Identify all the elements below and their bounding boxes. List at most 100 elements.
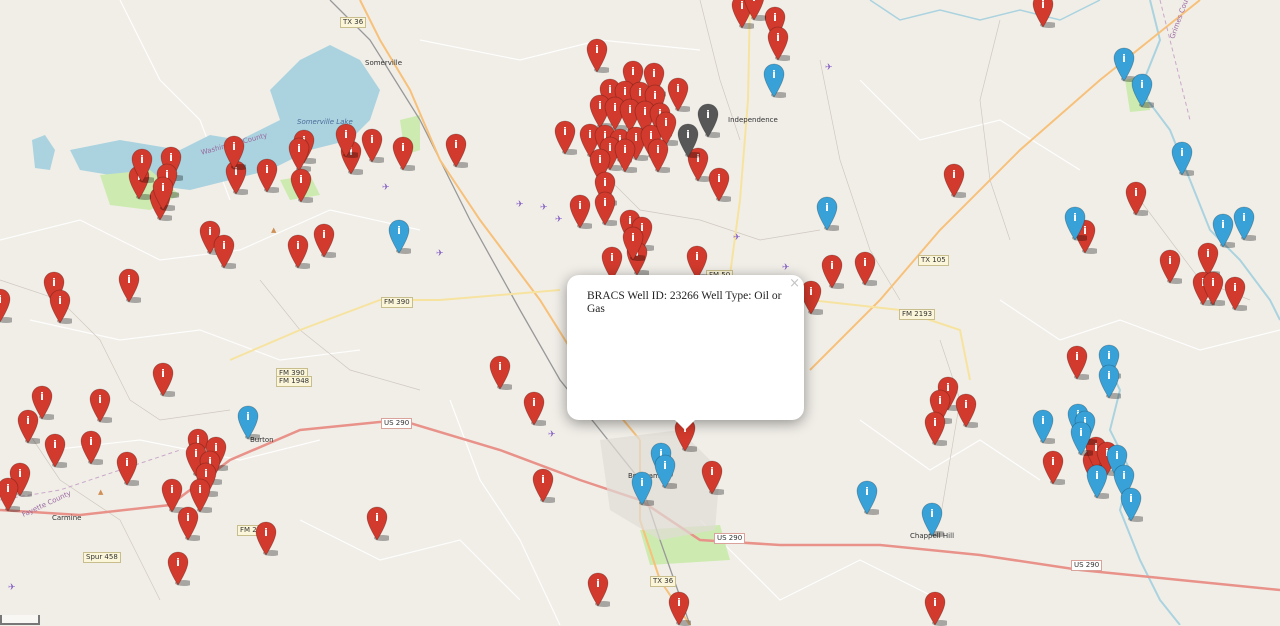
svg-text:i: i (1168, 254, 1172, 267)
oil-gas-well-marker-icon[interactable]: i (391, 135, 415, 171)
oil-gas-well-marker-icon[interactable]: i (166, 550, 190, 586)
oil-gas-well-marker-icon[interactable]: i (16, 408, 40, 444)
svg-text:✈: ✈ (782, 263, 790, 273)
oil-gas-well-marker-icon[interactable]: i (115, 450, 139, 486)
oil-gas-well-marker-icon[interactable]: i (853, 250, 877, 286)
oil-gas-well-marker-icon[interactable]: i (312, 222, 336, 258)
scale-bar (0, 615, 40, 625)
svg-text:i: i (952, 168, 956, 181)
water-well-marker-icon[interactable]: i (1170, 140, 1194, 176)
svg-text:i: i (0, 293, 2, 306)
oil-gas-well-marker-icon[interactable]: i (48, 288, 72, 324)
oil-gas-well-marker-icon[interactable]: i (707, 166, 731, 202)
oil-gas-well-marker-icon[interactable]: i (222, 134, 246, 170)
oil-gas-well-marker-icon[interactable]: i (1223, 275, 1247, 311)
oil-gas-well-marker-icon[interactable]: i (531, 467, 555, 503)
svg-text:i: i (640, 476, 644, 489)
water-well-marker-icon[interactable]: i (1232, 205, 1256, 241)
highway-shield: TX 36 (340, 17, 367, 28)
oil-gas-well-marker-icon[interactable]: i (593, 190, 617, 226)
oil-gas-well-marker-icon[interactable]: i (1158, 248, 1182, 284)
water-well-marker-icon[interactable]: i (1130, 72, 1154, 108)
oil-gas-well-marker-icon[interactable]: i (522, 390, 546, 426)
oil-gas-well-marker-icon[interactable]: i (212, 233, 236, 269)
oil-gas-well-marker-icon[interactable]: i (667, 590, 691, 626)
oil-gas-well-marker-icon[interactable]: i (0, 476, 20, 512)
svg-text:i: i (186, 511, 190, 524)
oil-gas-well-marker-icon[interactable]: i (1065, 344, 1089, 380)
svg-text:i: i (825, 201, 829, 214)
svg-text:▲: ▲ (271, 226, 277, 234)
oil-gas-well-marker-icon[interactable]: i (151, 361, 175, 397)
oil-gas-well-marker-icon[interactable]: i (1041, 449, 1065, 485)
oil-gas-well-marker-icon[interactable]: i (176, 505, 200, 541)
svg-text:i: i (6, 482, 10, 495)
oil-gas-well-marker-icon[interactable]: i (568, 193, 592, 229)
svg-text:i: i (809, 285, 813, 298)
svg-text:i: i (246, 410, 250, 423)
oil-gas-well-marker-icon[interactable]: i (1124, 180, 1148, 216)
water-well-marker-icon[interactable]: i (1085, 463, 1109, 499)
water-well-marker-icon[interactable]: i (387, 218, 411, 254)
oil-gas-well-marker-icon[interactable]: i (360, 127, 384, 163)
oil-gas-well-marker-icon[interactable]: i (700, 459, 724, 495)
oil-gas-well-marker-icon[interactable]: i (0, 287, 12, 323)
oil-gas-well-marker-icon[interactable]: i (117, 267, 141, 303)
oil-gas-well-marker-icon[interactable]: i (553, 119, 577, 155)
close-icon[interactable]: × (789, 276, 800, 291)
oil-gas-well-marker-icon[interactable]: i (488, 354, 512, 390)
oil-gas-well-marker-icon[interactable]: i (742, 0, 766, 21)
oil-gas-well-marker-icon[interactable]: i (151, 175, 175, 211)
svg-text:✈: ✈ (548, 430, 556, 440)
oil-gas-well-marker-icon[interactable]: i (289, 167, 313, 203)
oil-gas-well-marker-icon[interactable]: i (43, 432, 67, 468)
svg-text:i: i (53, 438, 57, 451)
oil-gas-well-marker-icon[interactable]: i (923, 590, 947, 626)
water-well-marker-icon[interactable]: i (1063, 205, 1087, 241)
highway-shield: FM 390 (381, 297, 413, 308)
water-well-marker-icon[interactable]: i (855, 479, 879, 515)
oil-gas-well-marker-icon[interactable]: i (766, 25, 790, 61)
svg-text:i: i (1075, 350, 1079, 363)
oil-gas-well-marker-icon[interactable]: i (254, 520, 278, 556)
oil-gas-well-marker-icon[interactable]: i (1031, 0, 1055, 28)
water-well-marker-icon[interactable]: i (1119, 486, 1143, 522)
oil-gas-well-marker-icon[interactable]: i (365, 505, 389, 541)
water-well-marker-icon[interactable]: i (236, 404, 260, 440)
water-well-marker-icon[interactable]: i (1069, 420, 1093, 456)
svg-text:i: i (933, 416, 937, 429)
oil-gas-well-marker-icon[interactable]: i (286, 233, 310, 269)
svg-text:i: i (588, 128, 592, 141)
svg-text:✈: ✈ (516, 200, 524, 210)
svg-text:i: i (198, 483, 202, 496)
svg-text:✈: ✈ (540, 203, 548, 213)
oil-gas-well-marker-icon[interactable]: i (334, 122, 358, 158)
oil-gas-well-marker-icon[interactable]: i (820, 253, 844, 289)
oil-gas-well-marker-icon[interactable]: i (585, 37, 609, 73)
oil-gas-well-marker-icon[interactable]: i (255, 157, 279, 193)
oil-gas-well-marker-icon[interactable]: i (1201, 270, 1225, 306)
svg-text:i: i (89, 435, 93, 448)
oil-gas-well-marker-icon[interactable]: i (646, 137, 670, 173)
oil-gas-well-marker-icon[interactable]: i (923, 410, 947, 446)
oil-gas-well-marker-icon[interactable]: i (444, 132, 468, 168)
svg-text:i: i (1233, 281, 1237, 294)
oil-gas-well-marker-icon[interactable]: i (954, 392, 978, 428)
water-well-marker-icon[interactable]: i (1097, 363, 1121, 399)
oil-gas-well-marker-icon[interactable]: i (942, 162, 966, 198)
water-well-marker-icon[interactable]: i (920, 501, 944, 537)
highway-shield: TX 105 (918, 255, 949, 266)
water-well-marker-icon[interactable]: i (762, 62, 786, 98)
oil-gas-well-marker-icon[interactable]: i (586, 571, 610, 607)
oil-gas-well-marker-icon[interactable]: i (621, 225, 645, 261)
water-well-marker-icon[interactable]: i (815, 195, 839, 231)
oil-gas-well-marker-icon[interactable]: i (613, 137, 637, 173)
other-well-marker-icon[interactable]: i (676, 122, 700, 158)
oil-gas-well-marker-icon[interactable]: i (79, 429, 103, 465)
water-well-marker-icon[interactable]: i (1031, 408, 1055, 444)
oil-gas-well-marker-icon[interactable]: i (88, 387, 112, 423)
town-label: Somerville (365, 59, 403, 67)
water-well-marker-icon[interactable]: i (653, 453, 677, 489)
svg-text:i: i (322, 228, 326, 241)
svg-text:i: i (498, 360, 502, 373)
